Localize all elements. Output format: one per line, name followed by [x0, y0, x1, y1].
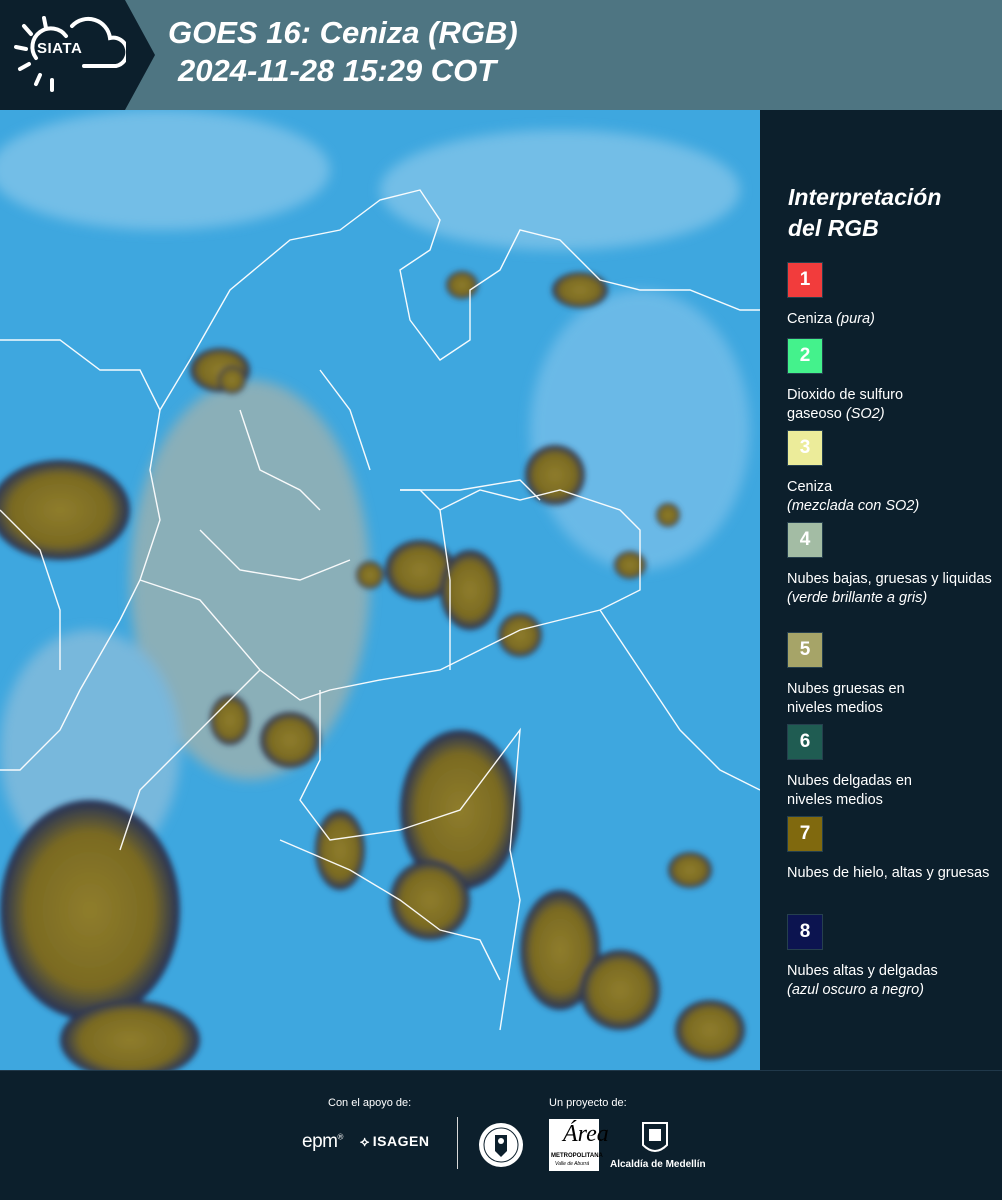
alcaldia-medellin-logo: Alcaldía de Medellín [610, 1159, 706, 1170]
legend-item-4: 4 Nubes bajas, gruesas y liquidas (verde … [787, 522, 997, 608]
project-label: Un proyecto de: [549, 1097, 627, 1109]
legend-swatch-3: 3 [787, 430, 823, 466]
isagen-mark-icon: ⟡ [360, 1133, 370, 1149]
area-metropolitana-logo: Área METROPOLITANA Valle de Aburrá [549, 1119, 609, 1171]
satellite-map[interactable] [0, 110, 760, 1070]
legend-title: Interpretación del RGB [788, 184, 942, 241]
legend-swatch-2: 2 [787, 338, 823, 374]
header: SIATA GOES 16: Ceniza (RGB) 2024-11-28 1… [0, 0, 1002, 110]
legend-item-2: 2 Dioxido de sulfuro gaseoso (SO2) [787, 338, 997, 424]
siata-logo-text: SIATA [37, 40, 83, 57]
footer-divider [457, 1117, 458, 1169]
legend-swatch-5: 5 [787, 632, 823, 668]
legend-item-1: 1 Ceniza (pura) [787, 262, 997, 329]
legend-swatch-8: 8 [787, 914, 823, 950]
legend-swatch-4: 4 [787, 522, 823, 558]
legend-swatch-7: 7 [787, 816, 823, 852]
legend-swatch-1: 1 [787, 262, 823, 298]
rgb-legend: Interpretación del RGB 1 Ceniza (pura) 2… [760, 110, 1002, 1070]
legend-item-7: 7 Nubes de hielo, altas y gruesas [787, 816, 997, 883]
university-seal-icon [479, 1123, 523, 1167]
title-product: GOES 16: Ceniza (RGB) [168, 15, 518, 50]
legend-item-5: 5 Nubes gruesas en niveles medios [787, 632, 997, 718]
epm-logo: epm® [302, 1131, 343, 1152]
page-title: GOES 16: Ceniza (RGB) 2024-11-28 15:29 C… [168, 14, 518, 90]
legend-item-3: 3 Ceniza (mezclada con SO2) [787, 430, 997, 516]
legend-swatch-6: 6 [787, 724, 823, 760]
footer: Con el apoyo de: Un proyecto de: epm® ⟡ I… [0, 1070, 1002, 1200]
legend-item-6: 6 Nubes delgadas en niveles medios [787, 724, 997, 810]
map-image [0, 110, 760, 1070]
isagen-logo: ⟡ ISAGEN [360, 1133, 430, 1149]
legend-item-8: 8 Nubes altas y delgadas (azul oscuro a n… [787, 914, 997, 1000]
support-label: Con el apoyo de: [328, 1097, 412, 1109]
medellin-shield-icon [642, 1122, 668, 1152]
title-timestamp: 2024-11-28 15:29 COT [178, 53, 497, 88]
